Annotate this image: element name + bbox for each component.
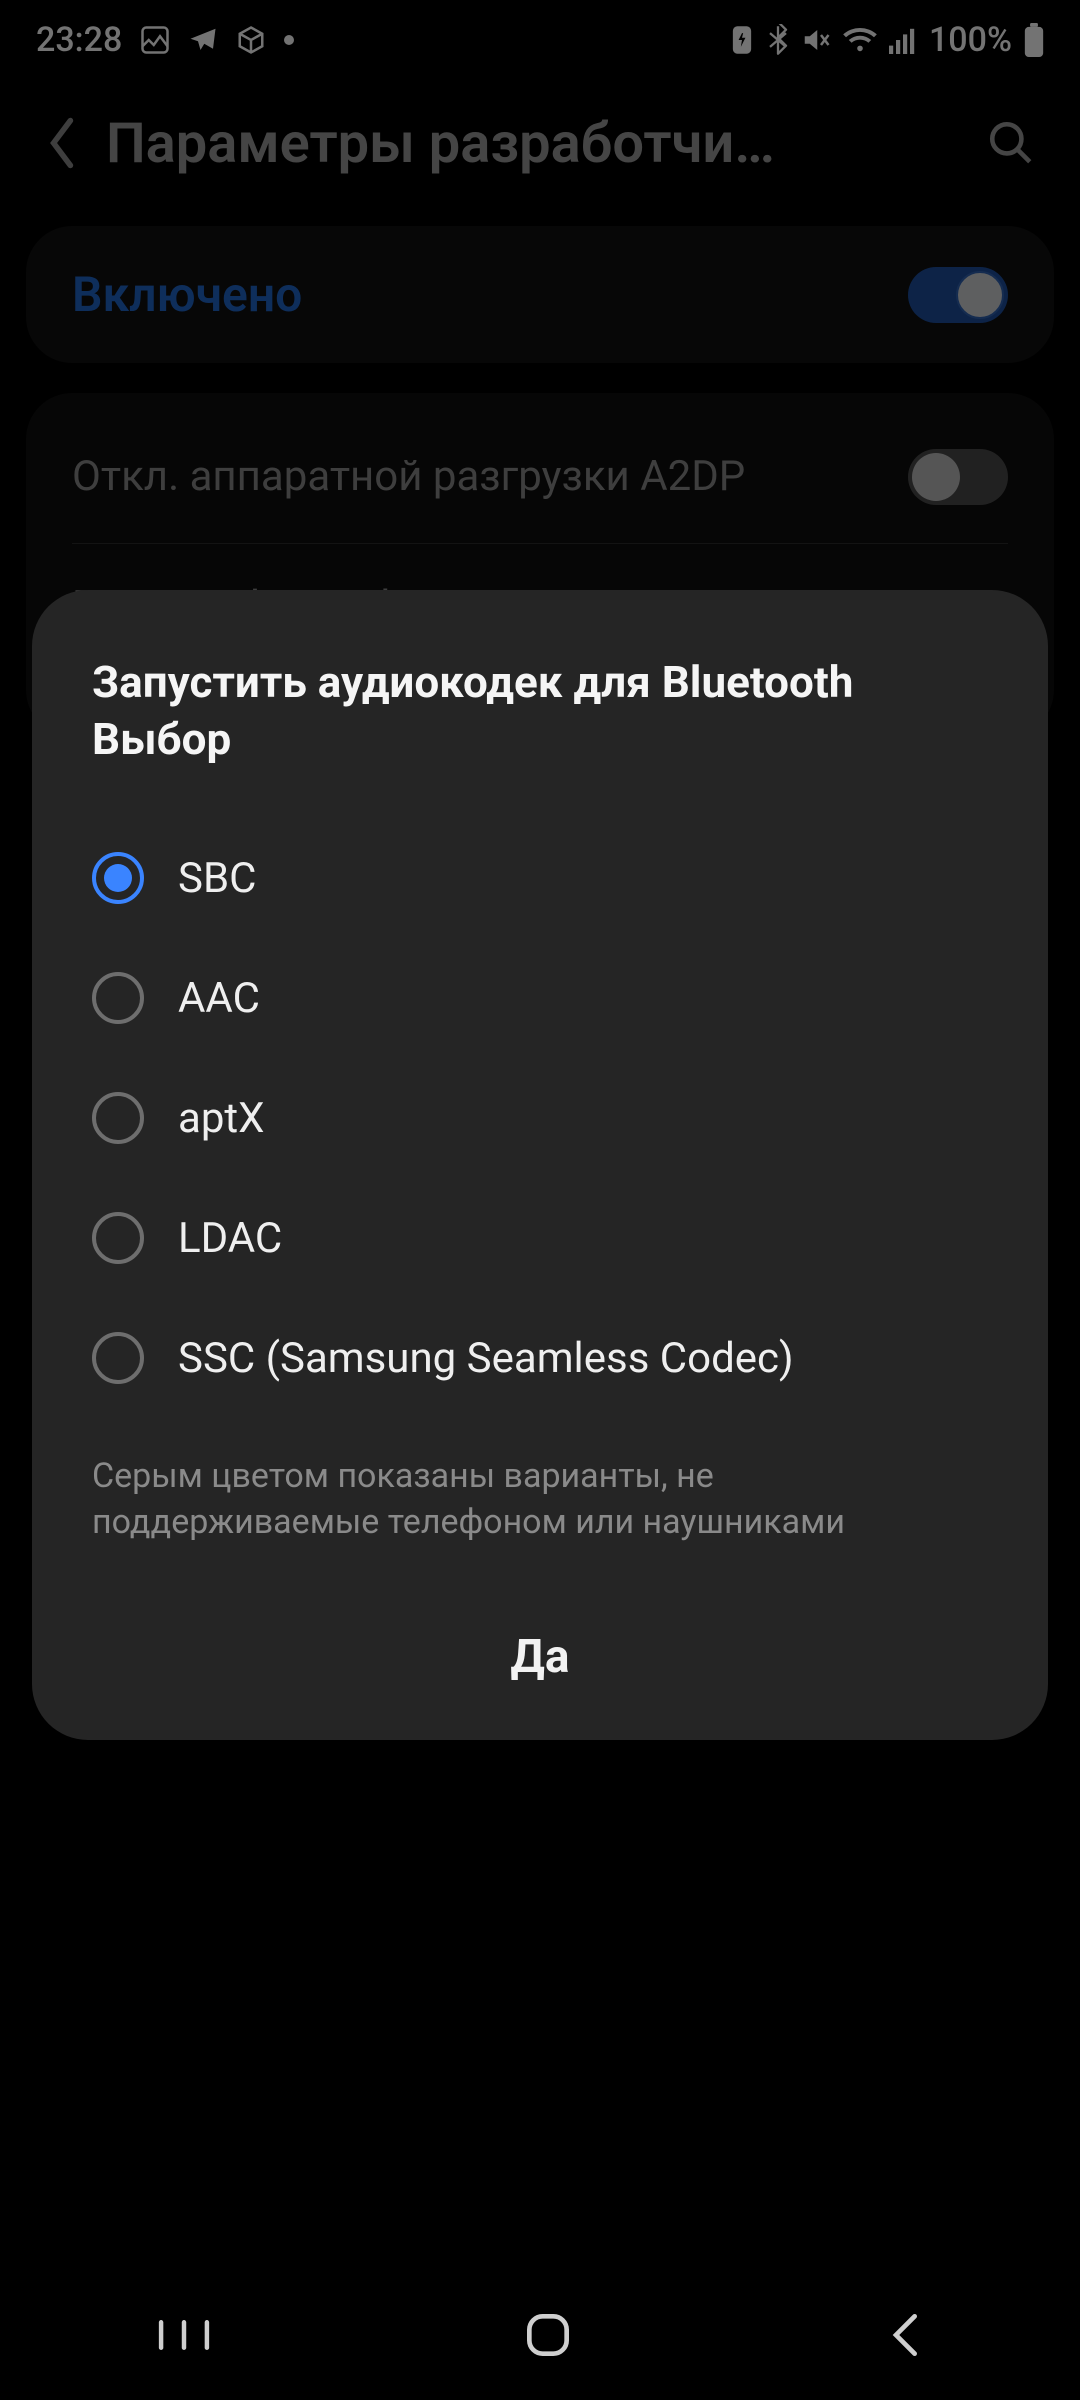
nav-recents-button[interactable] [156,2315,212,2355]
nav-back-button[interactable] [884,2311,924,2359]
bluetooth-icon [767,24,789,56]
status-bar: 23:28 [0,0,1080,80]
mute-icon [801,25,831,55]
radio-icon [92,1332,144,1384]
notification-dot-icon [284,35,294,45]
battery-saver-icon [729,24,755,56]
app-header: Параметры разработчи… [0,80,1080,216]
codec-label: AAC [178,974,260,1023]
codec-label: SSC (Samsung Seamless Codec) [178,1334,794,1383]
search-button[interactable] [986,118,1036,168]
battery-icon [1024,23,1044,57]
master-toggle-card[interactable]: Включено [26,226,1054,363]
radio-icon [92,972,144,1024]
setting-label: Откл. аппаратной разгрузки A2DP [72,452,745,502]
page-title: Параметры разработчи… [106,110,960,176]
setting-a2dp-offload[interactable]: Откл. аппаратной разгрузки A2DP [26,411,1054,543]
radio-icon [92,1092,144,1144]
radio-icon [92,1212,144,1264]
master-toggle-label: Включено [72,266,302,323]
codec-option-ssc[interactable]: SSC (Samsung Seamless Codec) [92,1298,988,1418]
telegram-icon [188,25,218,55]
codec-option-ldac[interactable]: LDAC [92,1178,988,1298]
signal-icon [889,26,917,54]
gallery-icon [140,25,170,55]
radio-icon [92,852,144,904]
nav-bar [0,2270,1080,2400]
dialog-title: Запустить аудиокодек для Bluetooth Выбор [92,654,988,768]
package-icon [236,25,266,55]
nav-home-button[interactable] [524,2311,572,2359]
codec-option-aptx[interactable]: aptX [92,1058,988,1178]
codec-label: LDAC [178,1214,282,1263]
codec-option-aac[interactable]: AAC [92,938,988,1058]
battery-percent: 100% [929,20,1012,60]
dialog-note: Серым цветом показаны варианты, не подде… [92,1454,988,1546]
status-time: 23:28 [36,20,122,60]
codec-option-sbc[interactable]: SBC [92,818,988,938]
a2dp-toggle-switch[interactable] [908,449,1008,505]
back-button[interactable] [44,115,80,171]
codec-label: aptX [178,1094,265,1143]
codec-dialog: Запустить аудиокодек для Bluetooth Выбор… [32,590,1048,1740]
codec-label: SBC [178,854,256,903]
wifi-icon [843,26,877,54]
master-toggle-switch[interactable] [908,267,1008,323]
dialog-confirm-button[interactable]: Да [92,1594,988,1700]
